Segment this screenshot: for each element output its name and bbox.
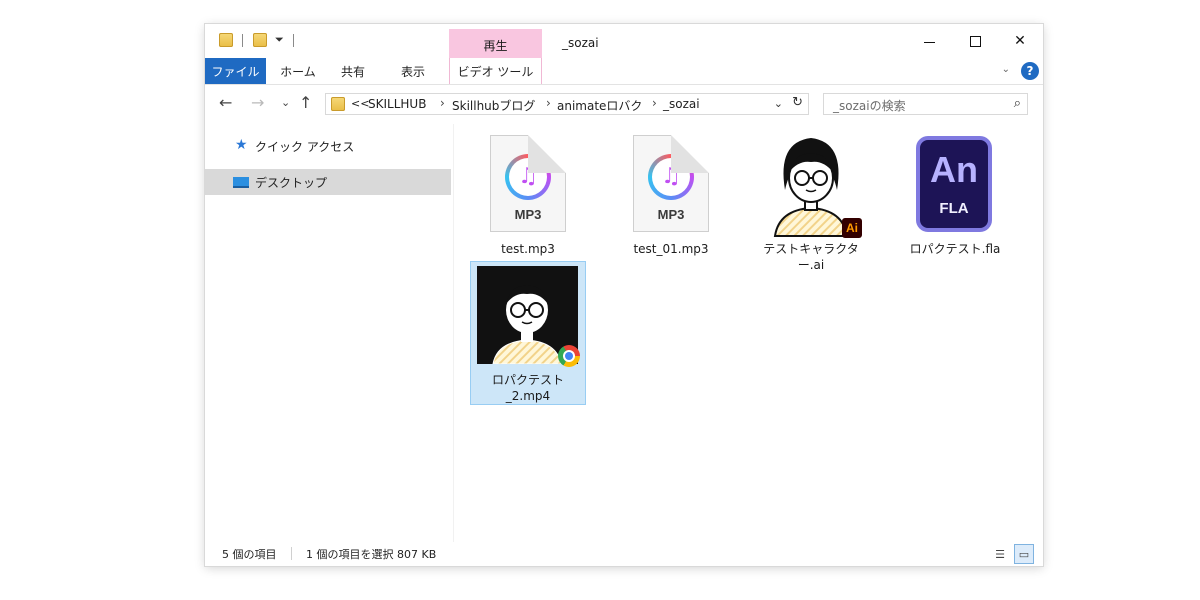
- window-title: _sozai: [562, 36, 599, 50]
- breadcrumb-animate[interactable]: animateロバク: [557, 97, 642, 114]
- tab-home[interactable]: ホーム: [271, 58, 325, 84]
- contextual-group-label: 再生: [483, 39, 508, 53]
- pane-divider[interactable]: [453, 124, 454, 542]
- music-note-icon: ♫: [648, 154, 694, 200]
- chevron-right-icon[interactable]: ›: [440, 96, 445, 110]
- file-item[interactable]: An FLA ロパクテスト.fla: [897, 130, 1013, 260]
- chevron-right-icon[interactable]: ›: [546, 96, 551, 110]
- contextual-tab-group: 再生: [449, 29, 542, 58]
- nav-item-label: デスクトップ: [255, 176, 328, 190]
- close-button[interactable]: ✕: [997, 24, 1043, 58]
- file-name: test_01.mp3: [633, 242, 709, 256]
- breadcrumb-blog[interactable]: Skillhubブログ: [452, 97, 535, 114]
- file-type-label: MP3: [514, 207, 542, 222]
- file-name: test.mp3: [501, 242, 555, 256]
- search-input[interactable]: _sozaiの検索 ⌕: [823, 93, 1028, 115]
- address-bar[interactable]: << SKILLHUB › Skillhubブログ › animateロバク ›…: [325, 93, 809, 115]
- up-arrow-icon[interactable]: ↑: [299, 93, 312, 112]
- recent-locations-icon[interactable]: ⌄: [281, 96, 290, 109]
- file-name-line2: _2.mp4: [505, 389, 551, 403]
- forward-arrow-icon[interactable]: →: [251, 93, 264, 112]
- nav-item-label: クイック アクセス: [255, 140, 355, 154]
- details-view-icon[interactable]: ☰: [990, 544, 1010, 564]
- refresh-icon[interactable]: ↻: [792, 95, 803, 110]
- mp3-file-icon: ♫ MP3: [633, 135, 709, 232]
- nav-item-quick-access[interactable]: ★ クイック アクセス: [205, 133, 451, 159]
- file-name-line1: ロパクテスト: [491, 373, 564, 387]
- large-icons-view-icon[interactable]: ▭: [1014, 544, 1034, 564]
- chrome-icon: [558, 345, 580, 367]
- navigation-pane: ★ クイック アクセス デスクトップ: [205, 124, 451, 542]
- illustrator-badge-icon: Ai: [842, 218, 862, 238]
- desktop-icon: [233, 177, 249, 188]
- file-item[interactable]: Ai テストキャラクター.ai: [753, 130, 869, 272]
- breadcrumb-overflow[interactable]: <<: [351, 97, 369, 110]
- navigation-bar: ← → ⌄ ↑ << SKILLHUB › Skillhubブログ › anim…: [205, 84, 1043, 124]
- tab-share[interactable]: 共有: [329, 58, 377, 84]
- back-arrow-icon[interactable]: ←: [219, 93, 232, 112]
- selection-info: 1 個の項目を選択 807 KB: [306, 548, 437, 561]
- customize-qat-icon[interactable]: ⏷: [275, 33, 284, 47]
- file-type-label: FLA: [939, 200, 969, 217]
- maximize-button[interactable]: [952, 24, 998, 58]
- file-item-selected[interactable]: ロパクテスト _2.mp4: [470, 261, 586, 405]
- nav-item-desktop[interactable]: デスクトップ: [205, 169, 451, 195]
- tab-file[interactable]: ファイル: [205, 58, 266, 84]
- minimize-button[interactable]: [906, 24, 952, 58]
- divider: [293, 34, 294, 47]
- ribbon-tabs: ファイル ホーム 共有 表示 ビデオ ツール ⌄ ?: [205, 58, 1043, 85]
- new-folder-qat-button[interactable]: [253, 33, 267, 47]
- file-name: ロパクテスト.fla: [909, 242, 1001, 256]
- file-item[interactable]: ♫ MP3 test.mp3: [470, 130, 586, 260]
- tab-video-tools[interactable]: ビデオ ツール: [449, 58, 542, 84]
- folder-icon: [331, 97, 345, 111]
- chevron-down-icon[interactable]: ⌄: [774, 97, 783, 110]
- file-type-label: MP3: [657, 207, 685, 222]
- breadcrumb-skillhub[interactable]: SKILLHUB: [368, 97, 426, 111]
- explorer-window: ⏷ 再生 _sozai ✕ ファイル ホーム 共有 表示 ビデオ ツール ⌄ ?…: [205, 24, 1043, 566]
- search-icon[interactable]: ⌕: [1014, 96, 1021, 111]
- animate-file-icon: An FLA: [916, 136, 992, 232]
- divider: [291, 547, 292, 560]
- file-name: テストキャラクター.ai: [763, 242, 859, 272]
- divider: [242, 34, 243, 47]
- breadcrumb-sozai[interactable]: _sozai: [663, 97, 700, 111]
- help-icon[interactable]: ?: [1021, 62, 1039, 80]
- search-placeholder: _sozaiの検索: [833, 99, 906, 113]
- file-item[interactable]: ♫ MP3 test_01.mp3: [613, 130, 729, 260]
- music-note-icon: ♫: [505, 154, 551, 200]
- folder-icon: [219, 33, 233, 47]
- mp3-file-icon: ♫ MP3: [490, 135, 566, 232]
- expand-ribbon-icon[interactable]: ⌄: [1002, 64, 1010, 75]
- item-count: 5 個の項目: [222, 548, 277, 561]
- title-bar: ⏷ 再生 _sozai ✕: [205, 24, 1043, 58]
- star-icon: ★: [235, 137, 248, 153]
- status-bar: 5 個の項目 1 個の項目を選択 807 KB ☰ ▭: [205, 542, 1043, 566]
- tab-view[interactable]: 表示: [389, 58, 437, 84]
- chevron-right-icon[interactable]: ›: [652, 96, 657, 110]
- animate-logo-text: An: [930, 149, 978, 190]
